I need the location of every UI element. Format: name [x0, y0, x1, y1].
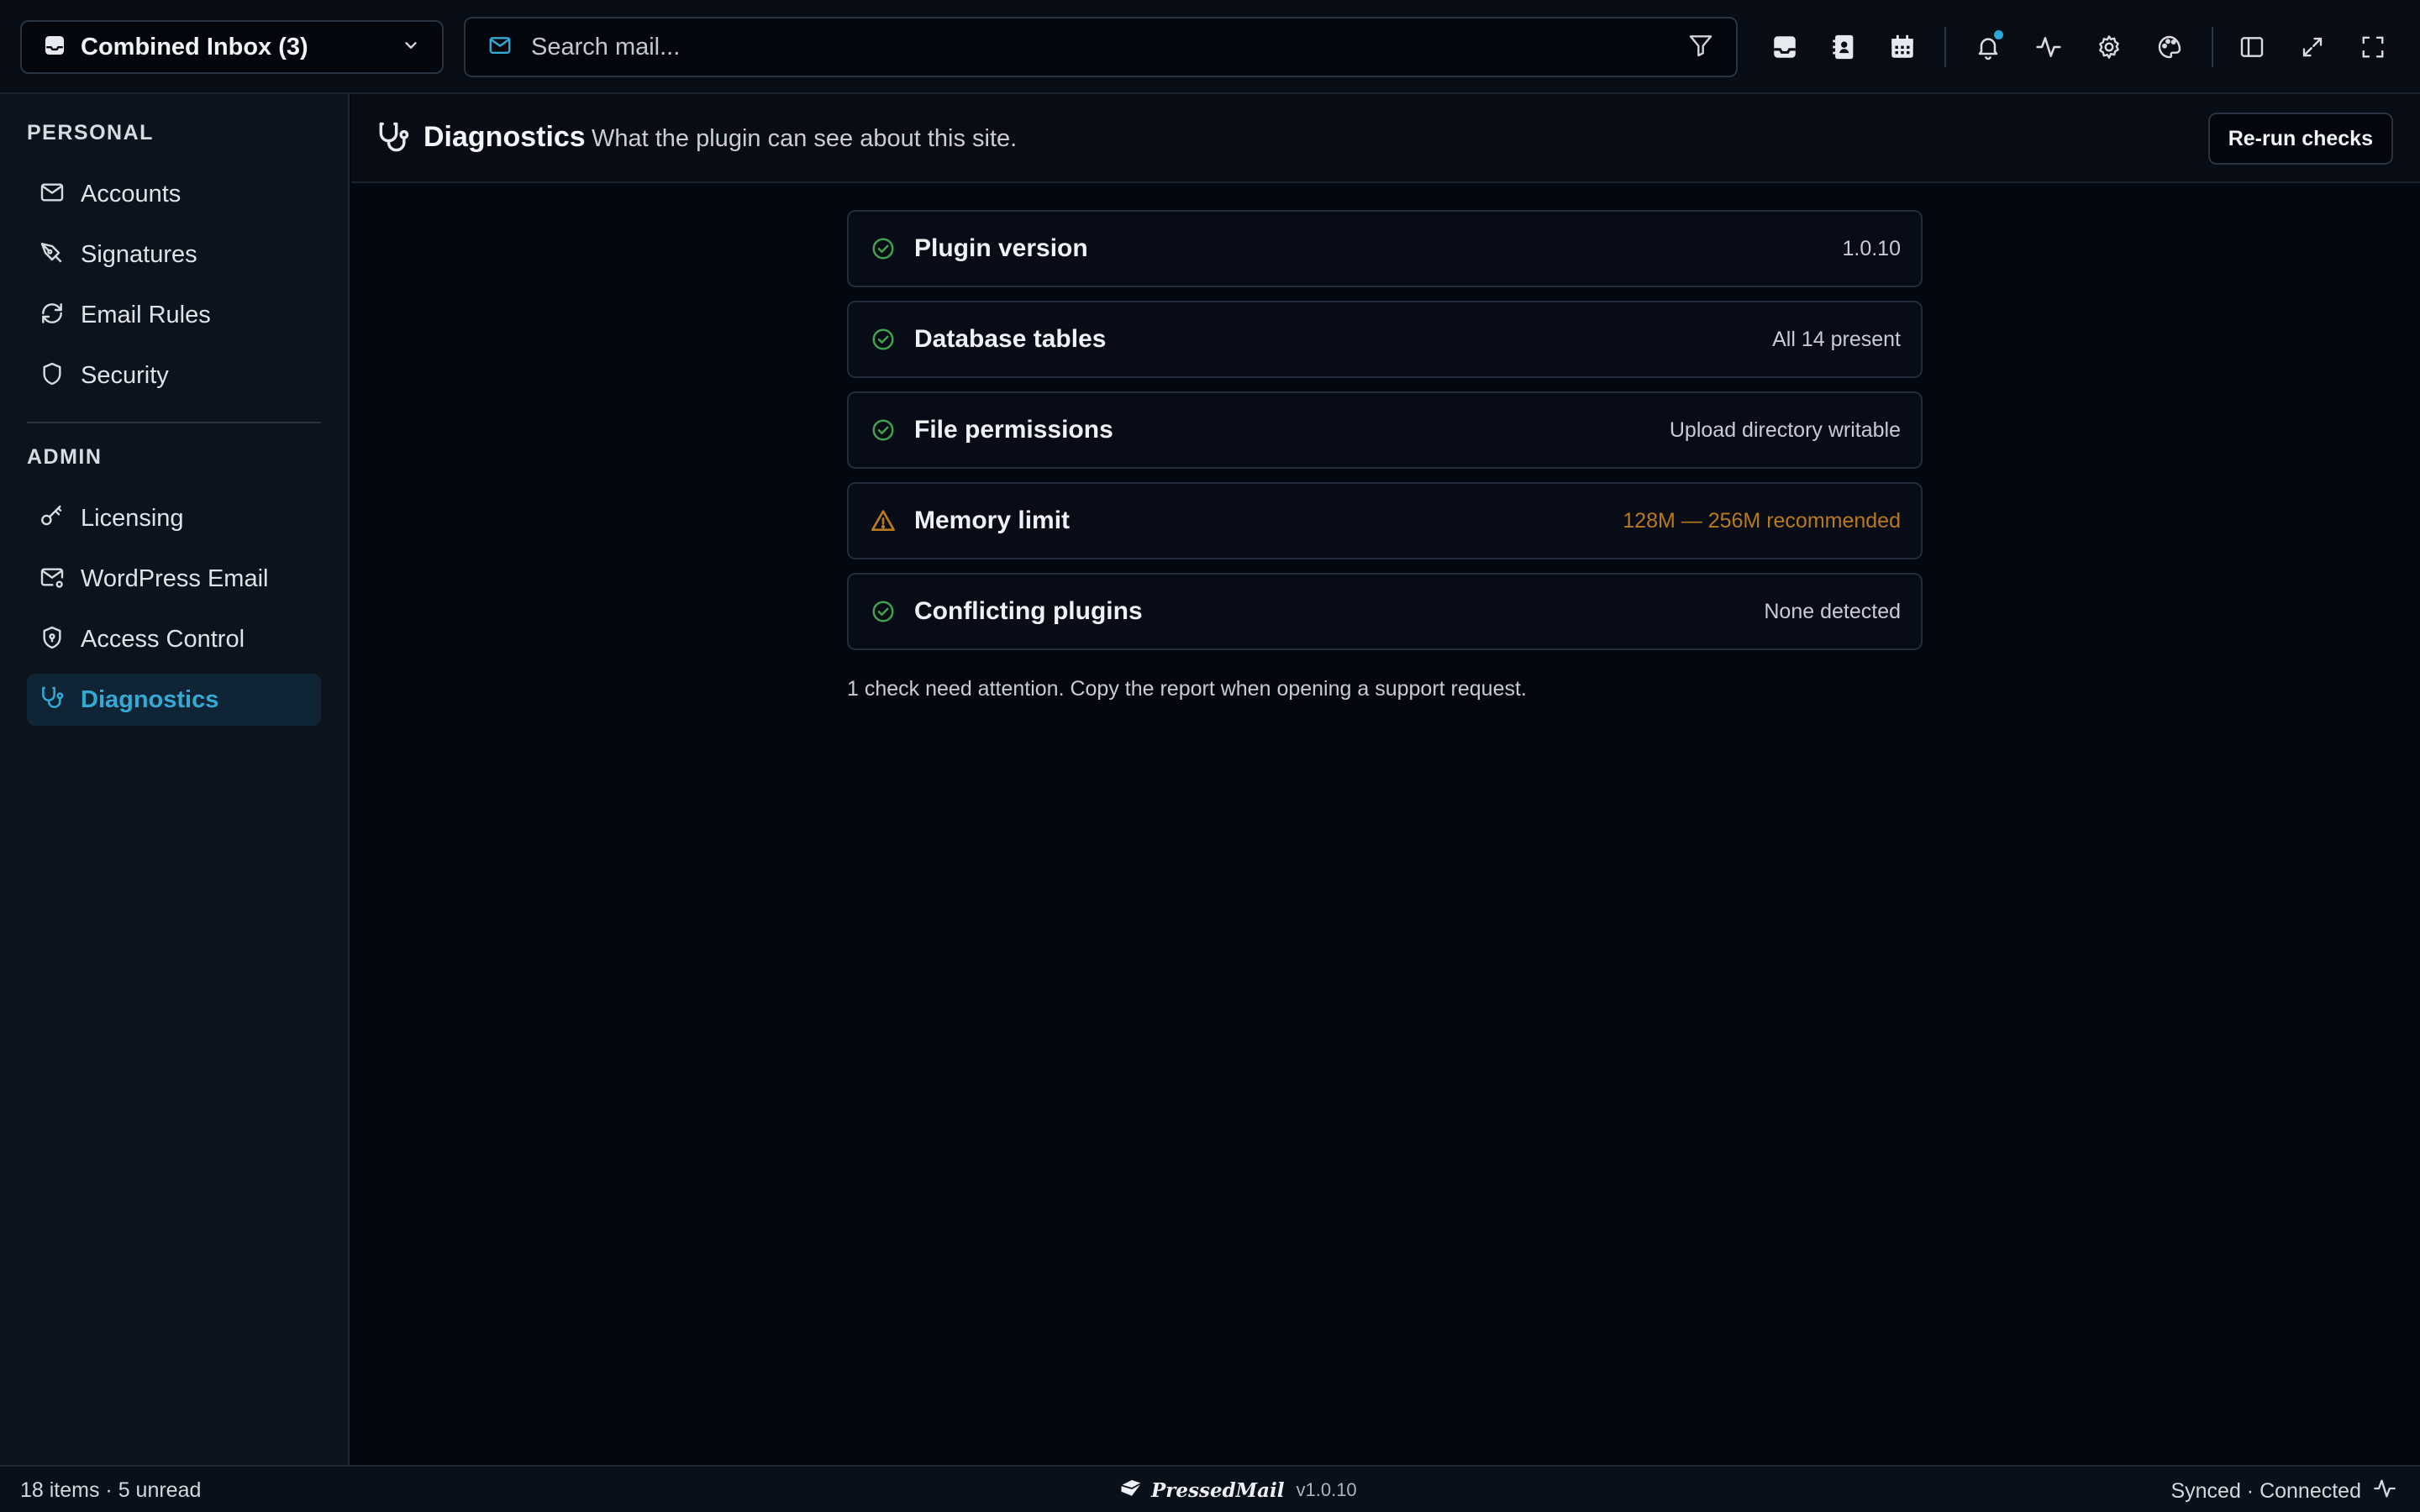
diagnostics-check-list: Plugin version 1.0.10 Database tables Al…: [847, 210, 1923, 664]
check-circle-icon: [869, 234, 897, 263]
palette-icon[interactable]: [2151, 29, 2188, 66]
mail-icon: [39, 179, 66, 210]
app-window: Combined Inbox (3) Search mail... PERSON…: [0, 0, 2420, 1512]
brand-name: PressedMail: [1151, 1478, 1285, 1502]
sync-status-text: Synced · Connected: [2170, 1479, 2361, 1503]
check-name: Conflicting plugins: [914, 597, 1143, 625]
item-count: 18 items · 5 unread: [20, 1478, 202, 1502]
sidebar-item-diagnostics[interactable]: Diagnostics: [27, 674, 321, 726]
sidebar-item-licensing[interactable]: Licensing: [27, 492, 321, 544]
sidebar-item-wordpress-email[interactable]: WordPress Email: [27, 553, 321, 605]
toolbar-divider: [1944, 27, 1946, 67]
stethoscope-icon: [375, 119, 412, 156]
inbox-selector[interactable]: Combined Inbox (3): [20, 20, 444, 74]
rerun-checks-button[interactable]: Re-run checks: [2207, 113, 2393, 165]
chevron-down-icon: [402, 36, 420, 59]
sidebar-item-access-control[interactable]: Access Control: [27, 613, 321, 665]
check-row-conflicting-plugins: Conflicting plugins None detected: [847, 573, 1923, 650]
check-value: All 14 present: [1772, 327, 1901, 351]
inbox-icon: [44, 34, 66, 60]
check-circle-icon: [869, 597, 897, 626]
search-input[interactable]: [531, 33, 1687, 61]
sidebar-item-email-rules[interactable]: Email Rules: [27, 289, 321, 341]
mail-search-icon: [487, 33, 513, 62]
sidebar-item-accounts[interactable]: Accounts: [27, 168, 321, 220]
check-value: None detected: [1764, 599, 1901, 623]
stethoscope-icon: [39, 685, 66, 716]
sidebar-section-admin: ADMIN: [27, 445, 103, 469]
shield-icon: [39, 360, 66, 391]
diagnostics-footnote: 1 check need attention. Copy the report …: [847, 677, 1527, 701]
sidebar-item-label: Licensing: [81, 504, 184, 532]
refresh-icon: [39, 300, 66, 331]
check-circle-icon: [869, 325, 897, 354]
sidebar-item-label: Email Rules: [81, 301, 211, 328]
sidebar-item-label: Accounts: [81, 180, 182, 207]
sidebar-item-label: Security: [81, 361, 169, 389]
activity-icon: [2373, 1477, 2396, 1506]
sidebar-item-label: Signatures: [81, 240, 197, 268]
search-box: [464, 17, 1738, 77]
fullscreen-icon[interactable]: [2354, 29, 2391, 66]
shield-lock-icon: [39, 624, 66, 655]
connection-status: Synced · Connected: [2170, 1477, 2396, 1506]
sidebar-divider: [27, 422, 321, 423]
check-name: Plugin version: [914, 234, 1088, 262]
inbox-icon[interactable]: [1766, 29, 1803, 66]
notification-dot: [1994, 30, 2003, 39]
brand-logo-icon: [1119, 1477, 1144, 1504]
check-row-plugin-version: Plugin version 1.0.10: [847, 210, 1923, 287]
sidebar-item-signatures[interactable]: Signatures: [27, 228, 321, 281]
sidebar-section-personal: PERSONAL: [27, 121, 154, 144]
page-title: Diagnostics: [424, 121, 586, 153]
check-value: Upload directory writable: [1669, 417, 1901, 442]
check-name: Memory limit: [914, 507, 1071, 534]
top-bar: Combined Inbox (3): [0, 0, 2420, 94]
expand-icon[interactable]: [2294, 29, 2331, 66]
filter-icon[interactable]: [1687, 32, 1714, 63]
toolbar-divider: [2212, 27, 2213, 67]
check-value: 128M — 256M recommended: [1623, 508, 1901, 533]
brand-area: PressedMail v1.0.10: [1119, 1475, 1357, 1505]
check-row-database-tables: Database tables All 14 present: [847, 301, 1923, 378]
page-header: Diagnostics What the plugin can see abou…: [351, 94, 2420, 183]
calendar-icon[interactable]: [1884, 29, 1921, 66]
app-version: v1.0.10: [1296, 1479, 1357, 1500]
key-icon: [39, 503, 66, 534]
check-row-file-permissions: File permissions Upload directory writab…: [847, 391, 1923, 469]
gear-icon[interactable]: [2091, 29, 2128, 66]
status-bar: 18 items · 5 unread PressedMail v1.0.10 …: [0, 1465, 2420, 1512]
warning-triangle-icon: [869, 507, 897, 535]
sidebar-item-label: WordPress Email: [81, 564, 269, 592]
sidebar-item-security[interactable]: Security: [27, 349, 321, 402]
sidebar-toggle-icon[interactable]: [2233, 29, 2270, 66]
sidebar-item-label: Diagnostics: [81, 685, 219, 713]
sidebar: PERSONAL Accounts Signatures Email Rules…: [0, 94, 350, 1465]
check-name: File permissions: [914, 416, 1113, 444]
inbox-selector-label: Combined Inbox (3): [81, 33, 308, 60]
check-value: 1.0.10: [1842, 236, 1901, 260]
pen-nib-icon: [39, 239, 66, 270]
page-subtitle: What the plugin can see about this site.: [592, 125, 1018, 152]
check-row-memory-limit: Memory limit 128M — 256M recommended: [847, 482, 1923, 559]
sidebar-item-label: Access Control: [81, 625, 245, 653]
bell-icon[interactable]: [1970, 29, 2007, 66]
activity-icon[interactable]: [2030, 29, 2067, 66]
check-name: Database tables: [914, 325, 1107, 353]
mail-settings-icon: [39, 564, 66, 595]
contacts-icon[interactable]: [1825, 29, 1862, 66]
check-circle-icon: [869, 416, 897, 444]
